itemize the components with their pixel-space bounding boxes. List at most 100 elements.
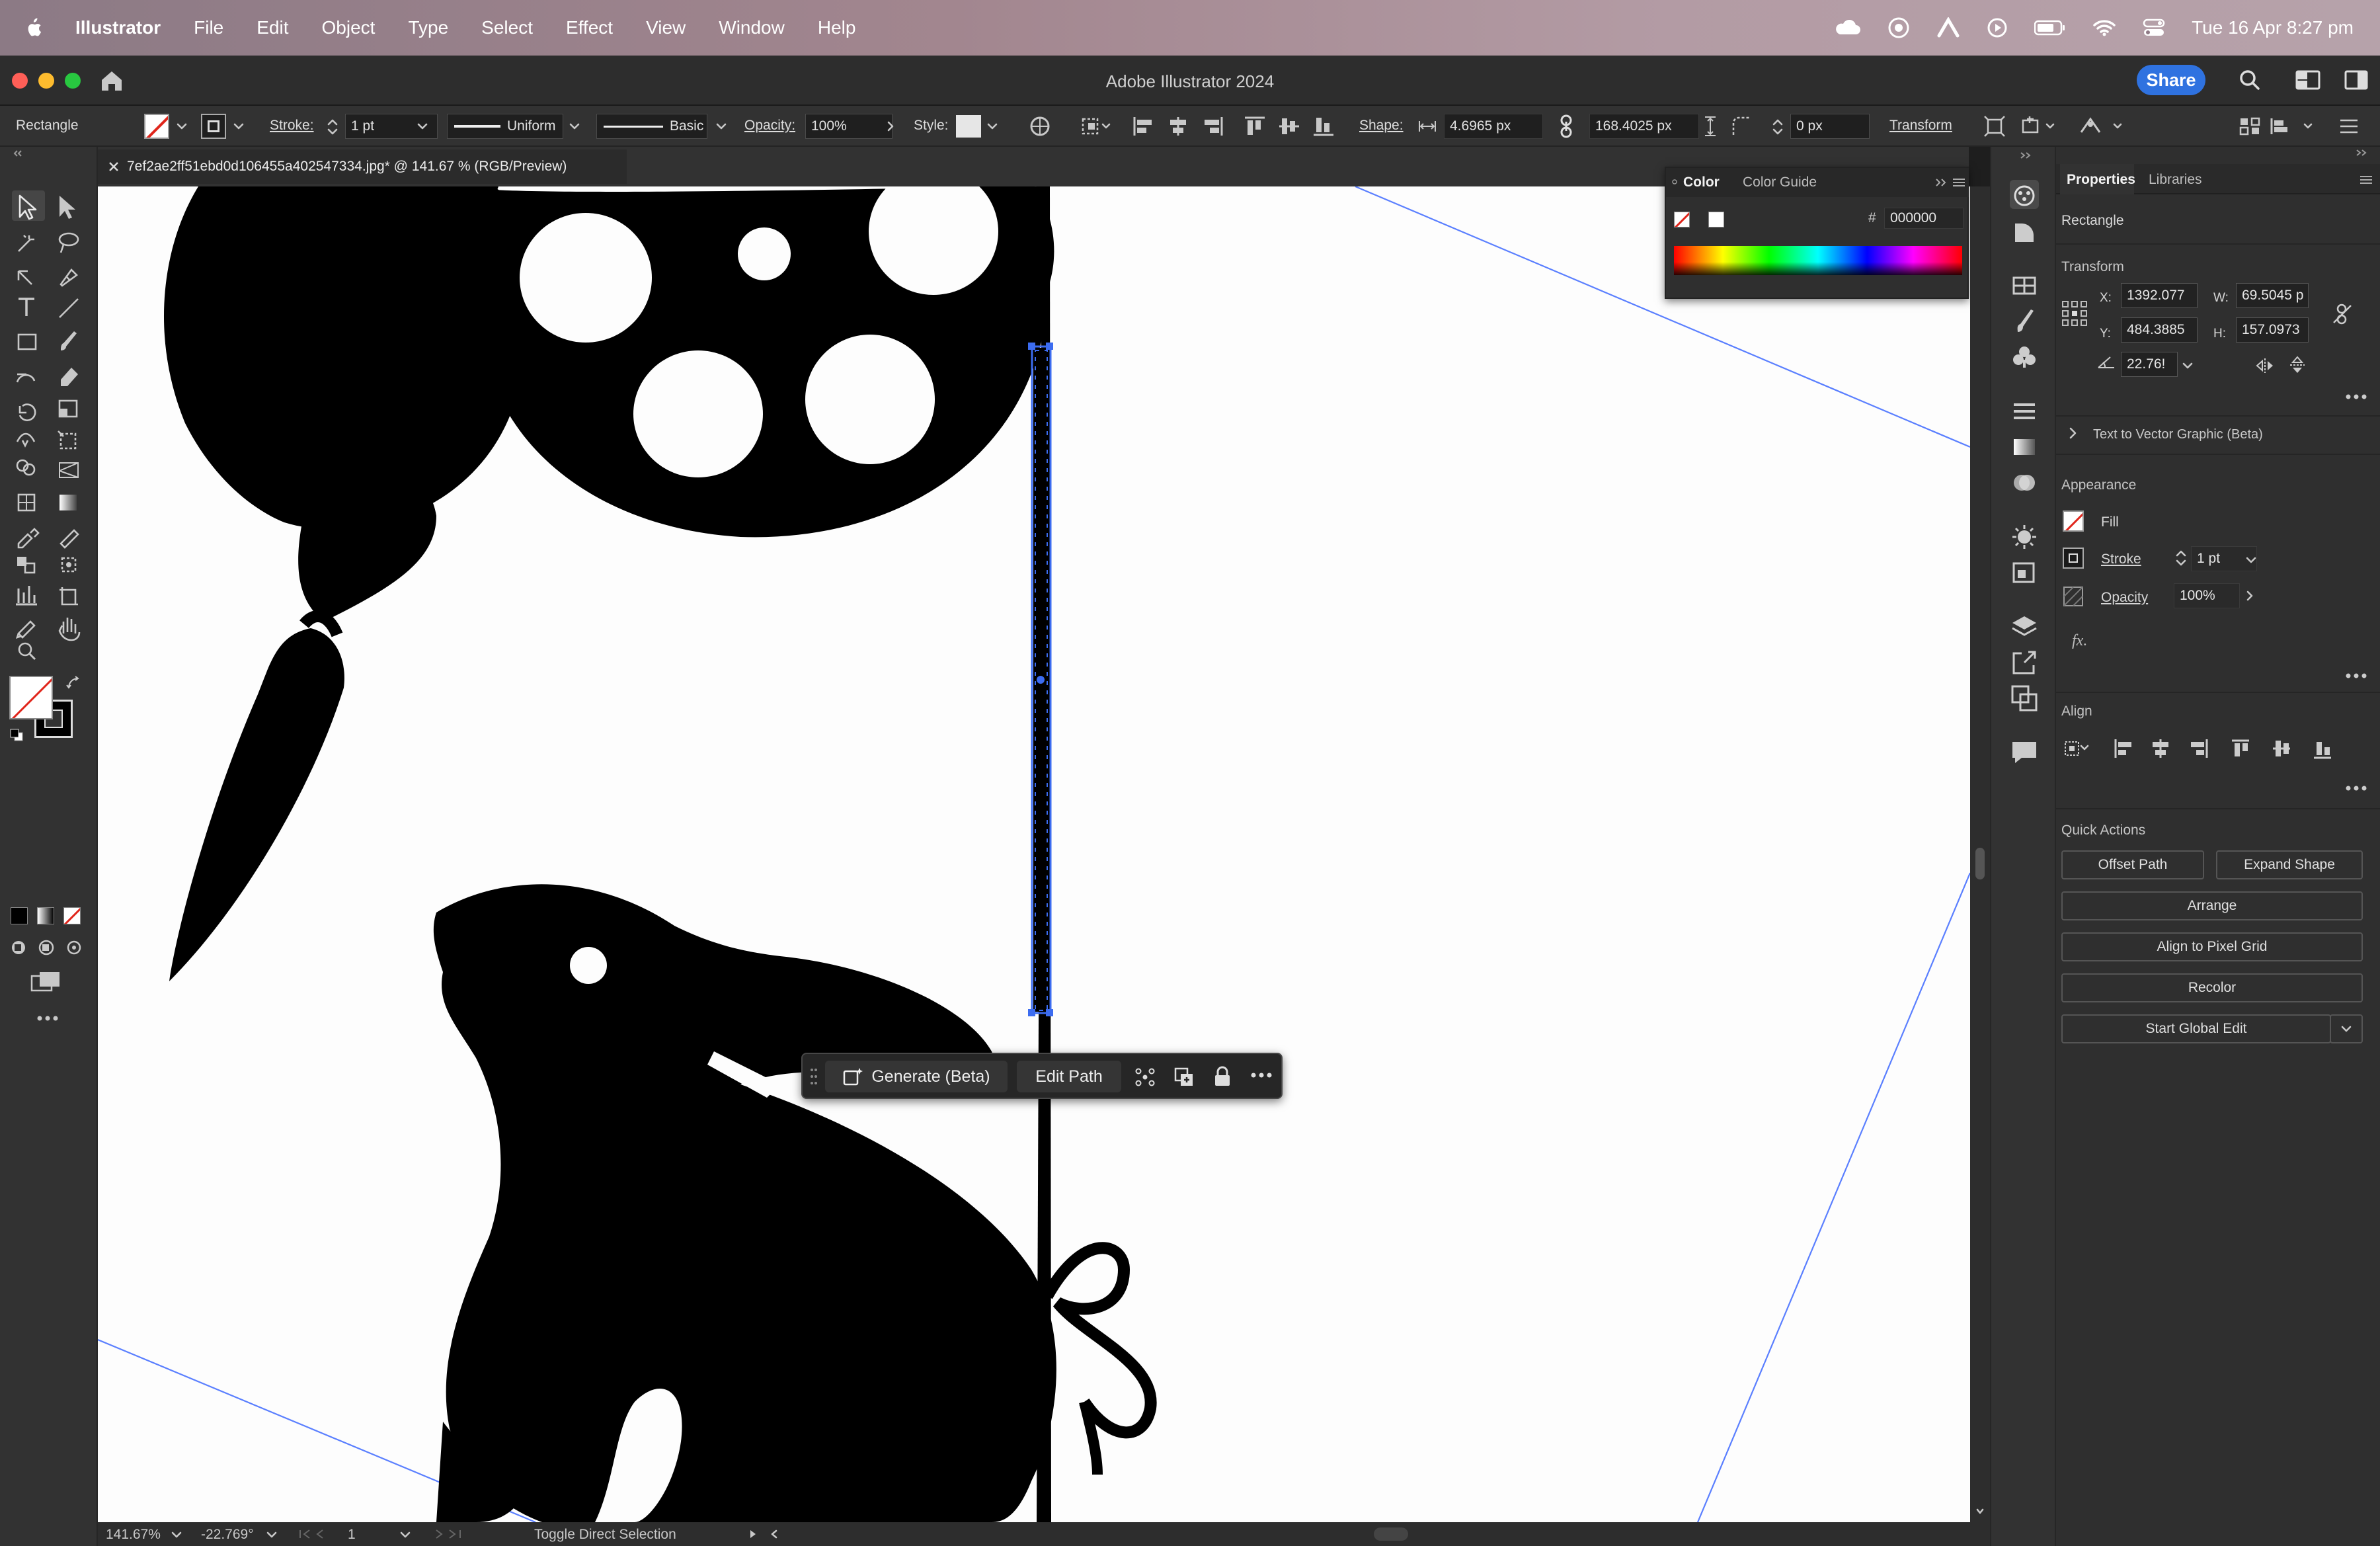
menu-help[interactable]: Help — [818, 17, 856, 38]
document-tab[interactable]: 7ef2ae2ff51ebd0d106455a402547334.jpg* @ … — [98, 149, 627, 184]
canvas-vertical-scrollbar[interactable] — [1970, 186, 1990, 1522]
chevron-down-icon[interactable] — [2245, 555, 2257, 565]
stroke-label[interactable]: Stroke — [2101, 551, 2141, 567]
artboard-next-last-icon[interactable] — [428, 1527, 468, 1541]
creative-cloud-icon[interactable] — [1833, 19, 1861, 37]
close-tab-icon[interactable] — [107, 160, 120, 173]
edit-toolbar-icon[interactable] — [36, 1014, 60, 1022]
opacity-label[interactable]: Opacity: — [744, 118, 795, 134]
export-icon[interactable] — [2008, 647, 2040, 678]
direct-selection-tool[interactable] — [57, 168, 90, 198]
align-to-dropdown[interactable] — [2063, 737, 2096, 760]
stroke-label[interactable]: Stroke: — [270, 118, 314, 134]
chevron-down-icon[interactable] — [2182, 361, 2194, 370]
drawing-modes-icon[interactable] — [9, 938, 89, 957]
recolor-artwork-icon[interactable] — [1029, 115, 1051, 138]
shape-height-field[interactable]: 168.4025 px — [1589, 114, 1699, 139]
menu-file[interactable]: File — [194, 17, 223, 38]
zoom-level[interactable]: 141.67% — [106, 1527, 161, 1543]
tab-properties[interactable]: Properties — [2067, 172, 2135, 188]
artboard[interactable] — [98, 186, 1970, 1522]
offset-path-button[interactable]: Offset Path — [2061, 850, 2204, 879]
tab-color-guide[interactable]: Color Guide — [1743, 175, 1817, 190]
gradient-mode-button[interactable] — [37, 907, 54, 924]
align-right-button[interactable] — [2191, 737, 2215, 760]
menu-edit[interactable]: Edit — [257, 17, 288, 38]
layers-icon[interactable] — [2008, 611, 2040, 643]
fill-swatch[interactable] — [144, 114, 169, 139]
graphic-styles-icon[interactable] — [2008, 557, 2040, 589]
brush-definition-select[interactable]: Basic — [596, 114, 707, 139]
stroke-panel-icon[interactable] — [2008, 395, 2040, 427]
control-center-icon[interactable] — [2143, 18, 2165, 38]
lasso-tool[interactable] — [57, 214, 90, 245]
reference-point-icon[interactable] — [2061, 300, 2088, 327]
swatches-icon[interactable] — [2008, 270, 2040, 302]
vertical-scroll-thumb[interactable] — [1975, 848, 1985, 879]
artboards-icon[interactable] — [2008, 682, 2040, 714]
align-top-button[interactable] — [2231, 737, 2254, 760]
scroll-left-icon[interactable] — [770, 1529, 779, 1539]
fill-proxy[interactable] — [9, 676, 53, 719]
edit-path-button[interactable]: Edit Path — [1017, 1061, 1121, 1092]
search-icon[interactable] — [2239, 69, 2261, 91]
stroke-stepper-icon[interactable] — [327, 116, 338, 138]
constrain-width-height-icon[interactable] — [2331, 303, 2354, 325]
align-bottom-button[interactable] — [2313, 737, 2336, 760]
status-menu-icon[interactable] — [748, 1529, 758, 1539]
hex-value-field[interactable]: 000000 — [1884, 208, 1964, 229]
appearance-opacity-field[interactable]: 100% — [2174, 583, 2240, 608]
arrange-button[interactable]: Arrange — [2061, 891, 2363, 920]
horizontal-scroll-thumb[interactable] — [1374, 1527, 1408, 1541]
shape-label[interactable]: Shape: — [1359, 118, 1404, 134]
more-appearance-options-icon[interactable] — [2344, 672, 2368, 680]
type-tool[interactable] — [17, 279, 50, 309]
menu-window[interactable]: Window — [719, 17, 785, 38]
simplify-path-icon[interactable] — [1133, 1066, 1157, 1088]
align-to-selection-icon[interactable] — [1080, 115, 1112, 138]
align-vcenter-button[interactable] — [2272, 737, 2295, 760]
expand-shape-button[interactable]: Expand Shape — [2216, 850, 2363, 879]
artboard-first-prev-icon[interactable] — [296, 1527, 336, 1541]
screen-mode-icon[interactable] — [29, 969, 63, 993]
text-to-vector-section[interactable]: Text to Vector Graphic (Beta) — [2093, 427, 2263, 442]
chevron-down-icon[interactable] — [715, 122, 727, 131]
align-horizontal-center-icon[interactable] — [1166, 115, 1190, 138]
y-position-field[interactable]: 484.3885 — [2121, 317, 2198, 343]
transform-link[interactable]: Transform — [1889, 118, 1952, 134]
align-left-icon[interactable] — [1132, 115, 1156, 138]
lock-icon[interactable] — [1212, 1065, 1232, 1088]
menu-type[interactable]: Type — [408, 17, 448, 38]
transform-options-icon[interactable] — [1983, 115, 2006, 138]
color-spectrum-slider[interactable] — [1674, 246, 1962, 275]
align-to-pixel-grid-button[interactable]: Align to Pixel Grid — [2061, 932, 2363, 961]
align-top-icon[interactable] — [1243, 115, 1267, 138]
panel-menu-icon[interactable] — [2359, 175, 2373, 185]
duplicate-icon[interactable] — [1173, 1066, 1195, 1088]
align-vertical-center-icon[interactable] — [1277, 115, 1301, 138]
selection-tool[interactable] — [17, 168, 50, 198]
start-global-edit-button[interactable]: Start Global Edit — [2061, 1014, 2331, 1043]
height-field[interactable]: 157.0973 — [2236, 317, 2309, 343]
canvas-area[interactable] — [98, 186, 1970, 1522]
apple-icon[interactable] — [24, 17, 42, 38]
align-bottom-icon[interactable] — [1312, 115, 1335, 138]
rectangle-tool[interactable] — [17, 317, 50, 348]
appearance-stroke-swatch[interactable] — [2063, 548, 2084, 569]
scroll-down-icon[interactable] — [1975, 1508, 1985, 1516]
chevron-down-icon[interactable] — [171, 1530, 182, 1539]
magic-wand-tool[interactable] — [17, 214, 50, 245]
collapse-panel-icon[interactable] — [1934, 177, 1949, 188]
rotation-angle-field[interactable]: 22.76! — [2121, 352, 2178, 377]
default-fill-stroke-icon[interactable] — [9, 729, 25, 742]
chevron-right-icon[interactable] — [2245, 590, 2254, 602]
hand-tool[interactable] — [57, 603, 90, 633]
brushes-icon[interactable] — [2008, 305, 2040, 337]
zoom-tool[interactable] — [17, 633, 50, 664]
rotation-readout[interactable]: -22.769° — [201, 1527, 254, 1543]
flip-vertical-icon[interactable] — [2289, 354, 2306, 376]
play-status-icon[interactable] — [1987, 17, 2008, 38]
gradient-panel-icon[interactable] — [2008, 431, 2040, 463]
menu-effect[interactable]: Effect — [566, 17, 613, 38]
panel-grip-icon[interactable] — [1671, 177, 1678, 186]
